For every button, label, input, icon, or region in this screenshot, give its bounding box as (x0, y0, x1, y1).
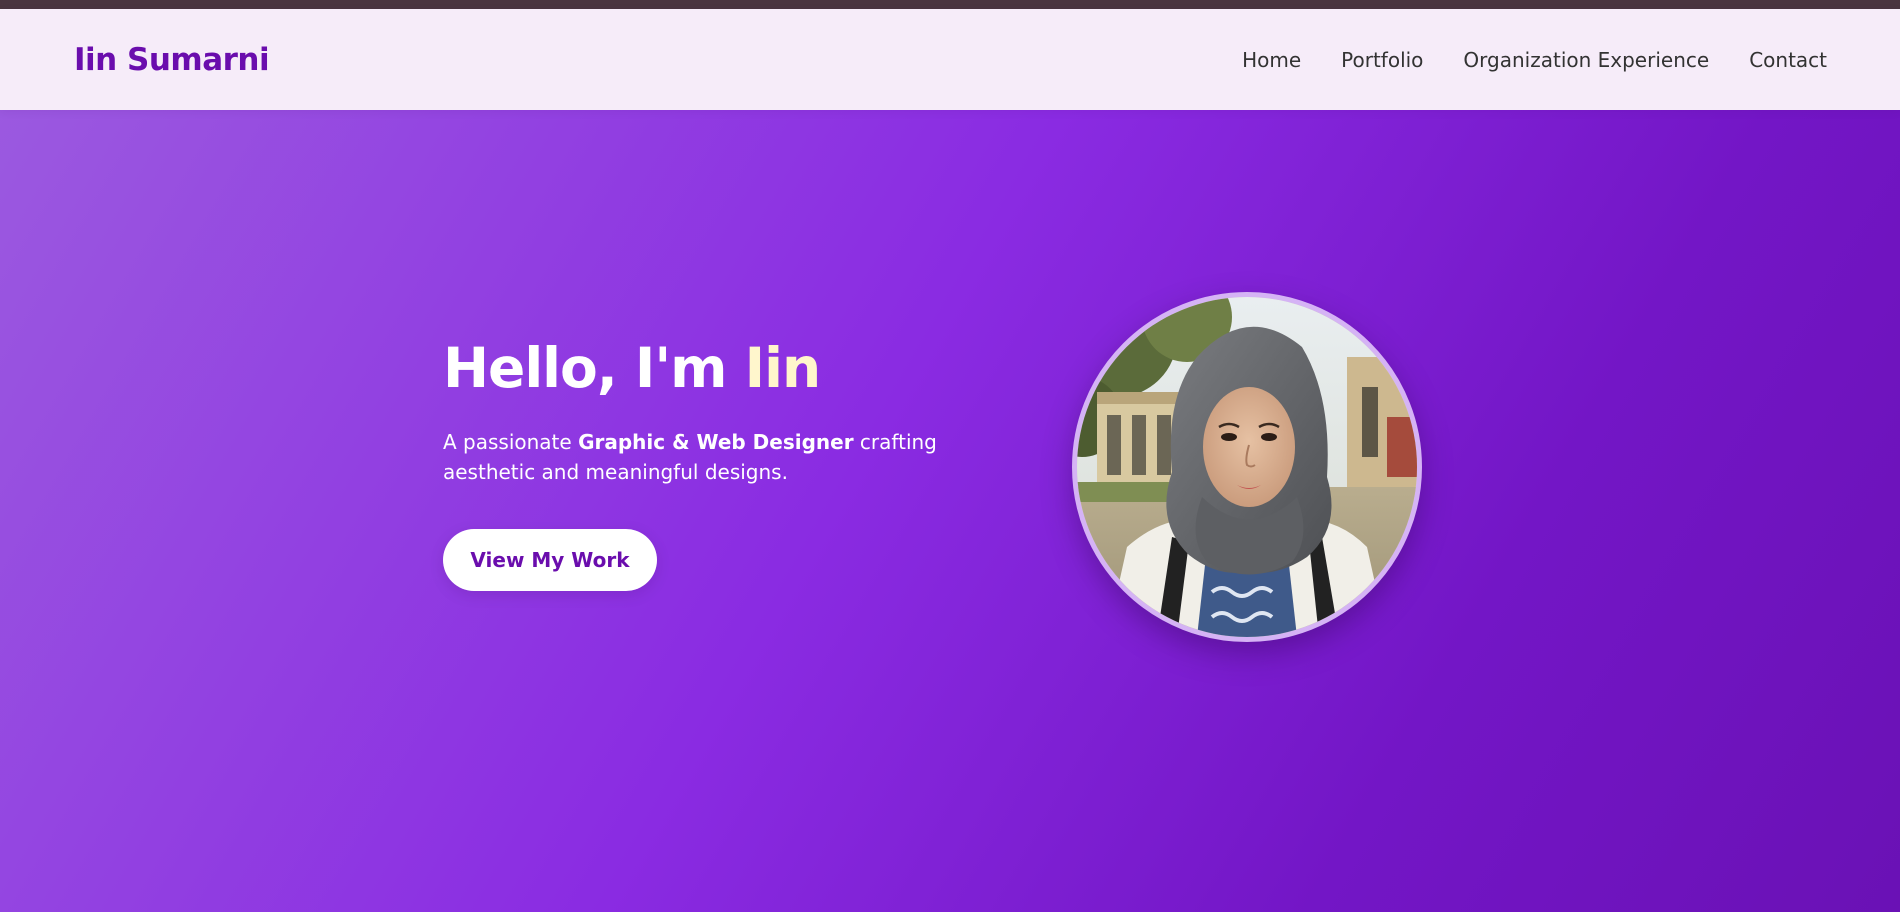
hero-subtitle-prefix: A passionate (443, 429, 579, 454)
hero-title: Hello, I'm Iin (443, 338, 963, 399)
brand-logo[interactable]: Iin Sumarni (74, 42, 270, 78)
hero-title-name: Iin (744, 336, 821, 400)
nav-contact-link[interactable]: Contact (1749, 48, 1827, 72)
view-my-work-button[interactable]: View My Work (443, 528, 657, 591)
nav-portfolio-link[interactable]: Portfolio (1341, 48, 1423, 72)
hero-section: Hello, I'm Iin A passionate Graphic & We… (0, 110, 1900, 912)
top-strip (0, 0, 1900, 9)
nav-organization-experience-link[interactable]: Organization Experience (1463, 48, 1709, 72)
nav-home-link[interactable]: Home (1242, 48, 1301, 72)
hero-subtitle-emphasis: Graphic & Web Designer (578, 429, 854, 454)
profile-photo (1072, 292, 1422, 642)
nav-links: Home Portfolio Organization Experience C… (1242, 48, 1827, 72)
hero-subtitle: A passionate Graphic & Web Designer craf… (443, 427, 963, 487)
navbar: Iin Sumarni Home Portfolio Organization … (0, 9, 1900, 110)
hero-title-prefix: Hello, I'm (443, 336, 745, 400)
hero-text: Hello, I'm Iin A passionate Graphic & We… (443, 338, 963, 591)
